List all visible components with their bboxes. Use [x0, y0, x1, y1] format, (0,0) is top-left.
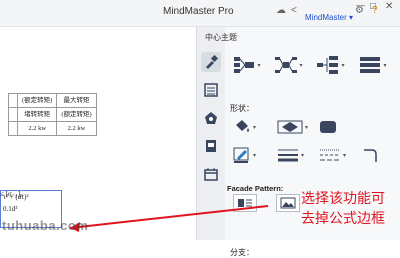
watermark: tuhuaba.com	[2, 218, 89, 233]
annotation-line-2: 去掉公式边框	[301, 210, 385, 226]
branch-section-label: 分支：	[230, 248, 254, 257]
annotation-line-1: 选择该功能可	[301, 190, 385, 206]
annotation-text: 选择该功能可 去掉公式边框	[301, 188, 400, 228]
